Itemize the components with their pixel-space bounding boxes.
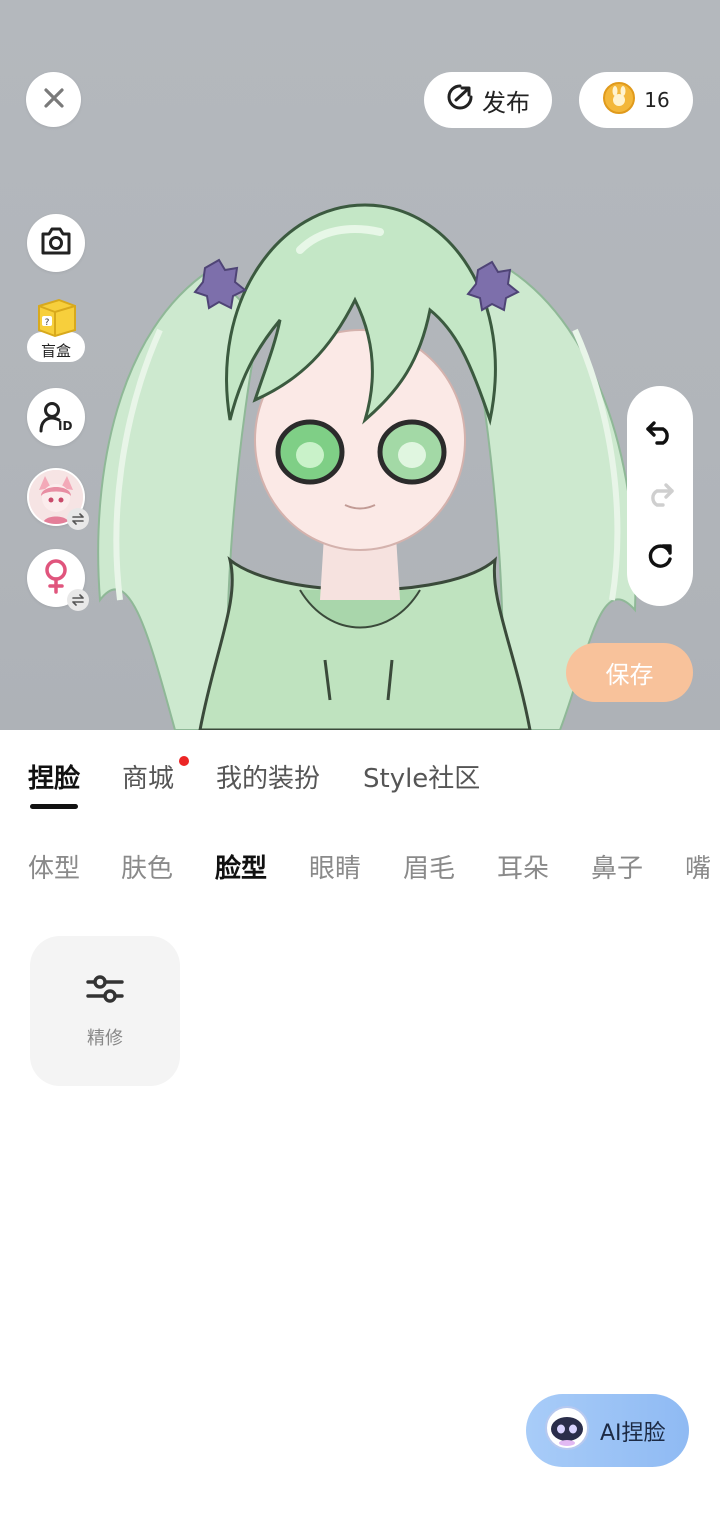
- save-button[interactable]: 保存: [566, 643, 693, 702]
- publish-button[interactable]: 发布: [424, 72, 552, 128]
- avatar-id-button[interactable]: ID: [27, 388, 85, 446]
- publish-icon: [446, 83, 474, 117]
- blindbox-label: 盲盒: [40, 342, 71, 360]
- switch-character-button[interactable]: [27, 468, 89, 530]
- ai-face-button[interactable]: AI捏脸: [526, 1394, 689, 1467]
- gender-switch-button[interactable]: [27, 549, 89, 611]
- swap-icon: [67, 589, 89, 611]
- subtab-body[interactable]: 体型: [28, 848, 80, 885]
- category-tabs: 体型 肤色 脸型 眼睛 眉毛 耳朵 鼻子 嘴: [0, 840, 720, 896]
- tab-active-indicator: [30, 804, 78, 809]
- blindbox-icon: ?: [33, 296, 79, 342]
- subtab-ears[interactable]: 耳朵: [497, 848, 549, 885]
- tab-shop[interactable]: 商城: [122, 758, 174, 795]
- coin-icon: [602, 81, 636, 120]
- tab-face[interactable]: 捏脸: [28, 758, 80, 795]
- ai-face-label: AI捏脸: [600, 1420, 666, 1446]
- shop-badge-dot: [179, 756, 189, 766]
- blindbox-button[interactable]: ? 盲盒: [27, 296, 85, 368]
- sliders-icon: [85, 972, 125, 1010]
- id-label: ID: [58, 419, 73, 433]
- subtab-skin[interactable]: 肤色: [121, 848, 173, 885]
- undo-button[interactable]: [645, 417, 675, 449]
- female-icon: [42, 558, 70, 598]
- redo-button[interactable]: [645, 479, 675, 511]
- close-button[interactable]: [26, 72, 81, 127]
- robot-icon: [544, 1405, 590, 1457]
- svg-text:?: ?: [45, 318, 50, 328]
- fine-tune-label: 精修: [87, 1028, 123, 1049]
- fine-tune-card[interactable]: 精修: [30, 936, 180, 1086]
- tab-style-community[interactable]: Style社区: [363, 758, 480, 795]
- coin-count: 16: [644, 88, 670, 112]
- avatar-stage[interactable]: 发布 16 ? 盲盒 ID 保存: [0, 0, 720, 730]
- camera-button[interactable]: [27, 214, 85, 272]
- camera-icon: [39, 226, 73, 260]
- subtab-face-shape[interactable]: 脸型: [215, 848, 267, 885]
- reset-button[interactable]: [645, 542, 675, 576]
- swap-icon: [67, 508, 89, 530]
- publish-label: 发布: [482, 88, 530, 117]
- subtab-nose[interactable]: 鼻子: [591, 848, 643, 885]
- tab-my-outfits[interactable]: 我的装扮: [216, 758, 320, 795]
- subtab-eyebrows[interactable]: 眉毛: [403, 848, 455, 885]
- subtab-mouth[interactable]: 嘴: [685, 848, 711, 885]
- main-tabs: 捏脸 商城 我的装扮 Style社区: [0, 740, 720, 820]
- user-id-icon: ID: [39, 400, 73, 434]
- subtab-eyes[interactable]: 眼睛: [309, 848, 361, 885]
- coin-balance-button[interactable]: 16: [579, 72, 693, 128]
- close-icon: [43, 87, 65, 113]
- history-controls: [627, 386, 693, 606]
